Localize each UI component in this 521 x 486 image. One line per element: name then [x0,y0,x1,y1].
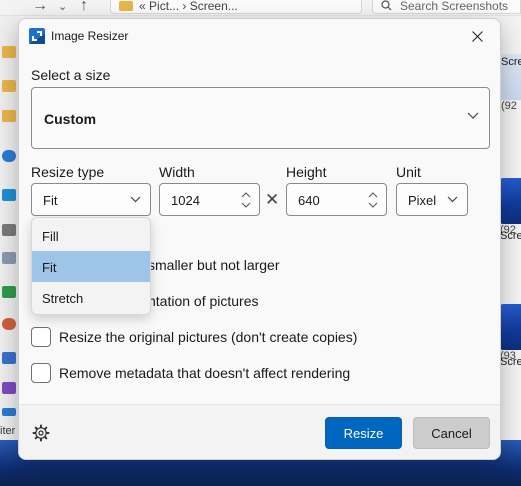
nav-label: iter [0,425,16,437]
shrink-only-label: smaller but not larger [148,257,280,273]
up-arrow-icon[interactable]: ↑ [80,0,88,15]
replace-originals-checkbox[interactable] [31,327,51,347]
folder-icon[interactable] [2,80,16,92]
forward-arrow-icon[interactable]: → [32,0,48,15]
folder-icon [119,1,133,11]
search-box[interactable]: Search Screenshots [372,0,521,14]
width-input[interactable]: 1024 [159,183,260,216]
option-replace-originals[interactable]: Resize the original pictures (don't crea… [31,327,471,349]
thumbnail-size: (92 [501,100,517,112]
chevron-down-icon [447,196,458,203]
file-thumbnail[interactable]: Scre (92 [500,54,521,112]
cancel-button[interactable]: Cancel [413,417,490,449]
pictures-icon[interactable] [2,352,16,364]
cloud-icon[interactable] [2,150,16,162]
chevron-down-icon [467,112,479,119]
remove-metadata-checkbox[interactable] [31,363,51,383]
dialog-footer: Resize Cancel [19,404,500,459]
resize-type-value: Fit [43,193,58,208]
menu-item-stretch[interactable]: Stretch [32,282,150,313]
image-resizer-app-icon [29,28,45,44]
width-value[interactable]: 1024 [171,193,200,208]
file-thumbnail[interactable]: Scre (92 [500,178,521,242]
resize-button[interactable]: Resize [325,417,402,449]
download-icon[interactable] [2,224,16,236]
breadcrumb-pictures[interactable]: Pict... [149,0,179,13]
documents-icon[interactable] [2,252,16,264]
resize-type-label: Resize type [31,164,105,180]
times-icon: ✕ [265,190,280,209]
desktop-icon[interactable] [2,189,16,201]
thumbnail-image [500,178,521,224]
address-prefix: « [139,0,146,13]
thumbnail-label: Scre [500,356,521,368]
gear-icon[interactable] [32,424,50,442]
folder-icon[interactable] [2,110,16,122]
breadcrumb-screenshots[interactable]: Screen... [190,0,238,13]
thumbnail-label: Scre [501,56,521,68]
explorer-nav-pane [0,16,20,440]
resize-type-dropdown[interactable]: Fit [31,183,151,216]
thumbnail-label: Scre [500,230,521,242]
height-input[interactable]: 640 [286,183,387,216]
replace-originals-label: Resize the original pictures (don't crea… [59,329,358,345]
menu-item-fill[interactable]: Fill [32,220,150,251]
close-button[interactable] [454,19,500,53]
window-title: Image Resizer [51,29,129,43]
breadcrumb-separator: › [182,0,187,13]
file-thumbnail[interactable]: Scre (93 [500,304,521,368]
stepper-icon[interactable] [241,189,251,211]
resize-type-menu: Fill Fit Stretch [31,217,151,315]
stepper-icon[interactable] [368,189,378,211]
chevron-down-icon [130,196,141,203]
title-bar: Image Resizer [19,19,500,53]
menu-item-fit[interactable]: Fit [32,251,150,282]
thumbnail-image [500,304,521,350]
unit-label: Unit [396,164,421,180]
image-resizer-dialog: Image Resizer Select a size Custom Resiz… [18,18,501,460]
folder-icon[interactable] [2,46,16,58]
search-placeholder: Search Screenshots [400,0,509,13]
width-label: Width [159,164,195,180]
apps-icon[interactable] [2,408,16,416]
close-icon [471,30,483,42]
downloads-icon[interactable] [2,286,16,298]
unit-value: Pixel [408,193,437,208]
music-icon[interactable] [2,318,16,330]
size-preset-dropdown[interactable]: Custom [31,87,490,149]
option-remove-metadata[interactable]: Remove metadata that doesn't affect rend… [31,363,471,385]
height-value[interactable]: 640 [298,193,320,208]
ignore-orientation-label: ntation of pictures [148,293,259,309]
address-bar[interactable]: « Pict... › Screen... [110,0,362,14]
select-size-label: Select a size [31,67,111,83]
size-preset-value: Custom [44,111,97,127]
explorer-toolbar: → ⌄ ↑ « Pict... › Screen... Search Scree… [0,0,521,16]
history-chevron-icon[interactable]: ⌄ [58,0,67,13]
videos-icon[interactable] [2,382,16,394]
height-label: Height [286,164,327,180]
unit-dropdown[interactable]: Pixel [396,183,468,216]
remove-metadata-label: Remove metadata that doesn't affect rend… [59,365,351,381]
search-icon [381,0,392,11]
